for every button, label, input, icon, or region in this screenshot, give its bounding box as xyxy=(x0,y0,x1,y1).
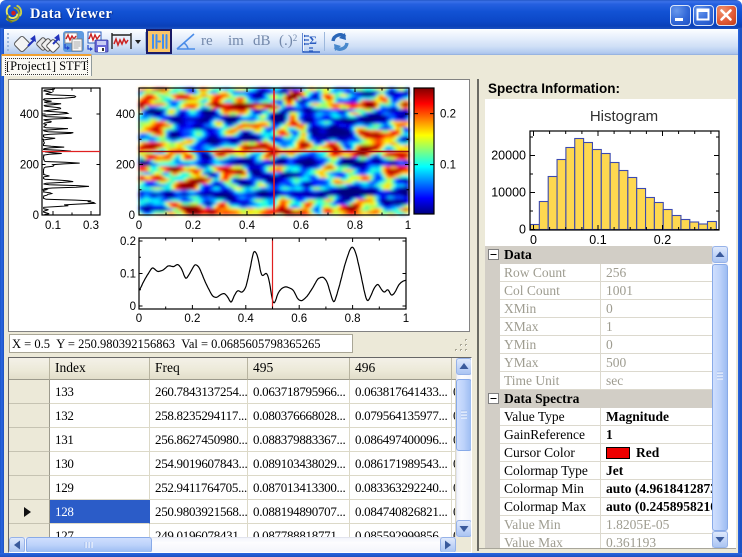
svg-text:0.1: 0.1 xyxy=(45,220,61,232)
svg-text:10000: 10000 xyxy=(491,186,526,200)
svg-text:1: 1 xyxy=(405,220,411,232)
svg-text:0.6: 0.6 xyxy=(291,313,307,325)
svg-text:0: 0 xyxy=(130,301,136,313)
svg-text:0.4: 0.4 xyxy=(238,313,255,325)
svg-text:0.4: 0.4 xyxy=(239,220,256,232)
svg-text:0: 0 xyxy=(136,220,142,232)
svg-text:0.8: 0.8 xyxy=(347,220,363,232)
svg-text:0.1: 0.1 xyxy=(120,269,136,281)
svg-text:20000: 20000 xyxy=(491,149,526,163)
svg-text:0.8: 0.8 xyxy=(345,313,361,325)
svg-text:0: 0 xyxy=(129,210,135,222)
svg-text:200: 200 xyxy=(20,160,39,172)
svg-text:0.1: 0.1 xyxy=(440,160,456,172)
svg-text:Histogram: Histogram xyxy=(590,108,658,125)
svg-text:1: 1 xyxy=(403,313,409,325)
svg-text:400: 400 xyxy=(116,109,135,121)
svg-text:0.2: 0.2 xyxy=(185,220,201,232)
svg-text:0: 0 xyxy=(136,313,142,325)
svg-text:0: 0 xyxy=(33,210,39,222)
svg-text:0: 0 xyxy=(530,233,537,247)
svg-text:0: 0 xyxy=(519,223,526,237)
svg-text:0.2: 0.2 xyxy=(440,109,456,121)
svg-text:0.1: 0.1 xyxy=(589,233,606,247)
svg-text:0.2: 0.2 xyxy=(184,313,200,325)
svg-text:400: 400 xyxy=(20,109,39,121)
svg-text:0.2: 0.2 xyxy=(654,233,671,247)
svg-text:0.6: 0.6 xyxy=(293,220,309,232)
svg-text:0.2: 0.2 xyxy=(120,236,136,248)
svg-text:200: 200 xyxy=(116,160,135,172)
svg-text:0.3: 0.3 xyxy=(83,220,99,232)
